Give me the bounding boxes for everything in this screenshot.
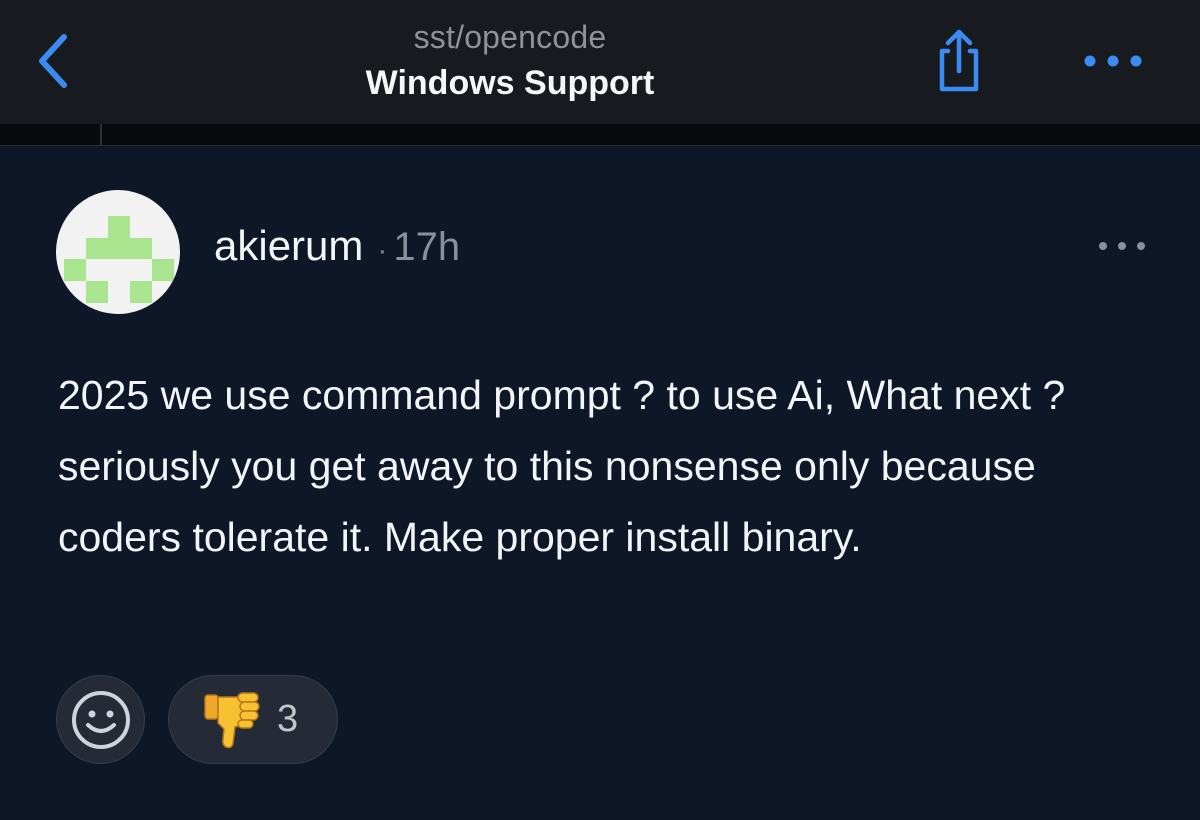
thumbs-down-reaction[interactable]: 3 bbox=[168, 675, 338, 764]
comment-body: 2025 we use command prompt ? to use Ai, … bbox=[58, 372, 1066, 560]
repository-name[interactable]: sst/opencode bbox=[310, 16, 710, 58]
add-reaction-button[interactable] bbox=[56, 675, 145, 764]
share-icon bbox=[939, 29, 979, 92]
timestamp: 17h bbox=[393, 225, 461, 269]
smiley-icon bbox=[71, 690, 130, 749]
more-options-button[interactable] bbox=[1072, 38, 1154, 84]
divider-tick bbox=[100, 124, 102, 146]
back-button[interactable] bbox=[28, 30, 78, 92]
comment-options-button[interactable] bbox=[1094, 232, 1150, 260]
ellipsis-icon bbox=[1084, 55, 1142, 67]
author-name[interactable]: akierum bbox=[214, 222, 363, 270]
avatar[interactable] bbox=[56, 190, 180, 314]
navbar-divider bbox=[0, 124, 1200, 146]
navigation-bar: sst/opencode Windows Support bbox=[0, 0, 1200, 124]
ellipsis-icon bbox=[1099, 242, 1145, 250]
thumbs-down-icon bbox=[201, 689, 263, 751]
share-button[interactable] bbox=[926, 26, 992, 96]
chevron-left-icon bbox=[39, 34, 67, 88]
nav-titles: sst/opencode Windows Support bbox=[310, 16, 710, 106]
identicon-avatar bbox=[64, 216, 174, 303]
comment-header: akierum · 17h bbox=[214, 222, 460, 276]
issue-title: Windows Support bbox=[365, 64, 655, 102]
meta-separator: · bbox=[377, 234, 388, 267]
reaction-count: 3 bbox=[277, 698, 299, 740]
